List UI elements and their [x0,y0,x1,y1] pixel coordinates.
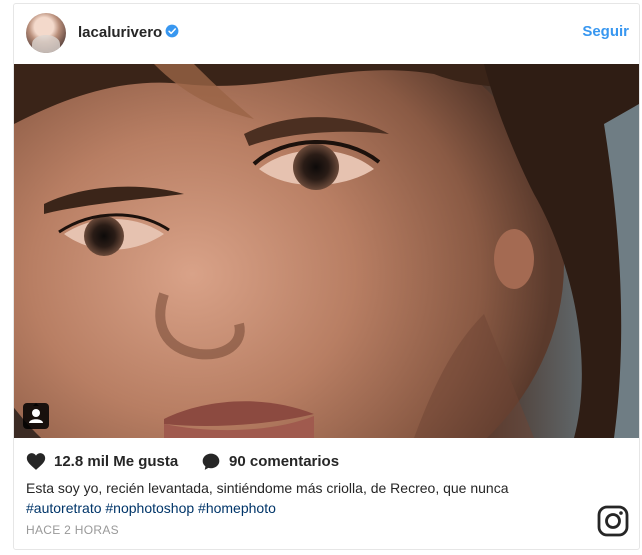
post-photo[interactable] [14,64,639,438]
comment-bubble-icon[interactable] [201,452,221,472]
post-header: lacalurivero Seguir [14,4,639,64]
post-caption: Esta soy yo, recién levantada, sintiéndo… [26,478,586,518]
instagram-logo-icon[interactable] [597,505,629,537]
verified-badge-icon [165,24,179,38]
engagement-bar: 12.8 mil Me gusta 90 comentarios [26,452,626,474]
portrait-image [14,64,639,438]
heart-icon[interactable] [26,452,46,471]
likes-count[interactable]: 12.8 mil Me gusta [54,453,178,470]
comments-count[interactable]: 90 comentarios [229,453,339,470]
post-timestamp[interactable]: HACE 2 HORAS [26,523,119,537]
avatar[interactable] [26,13,66,53]
user-tag-icon[interactable] [23,403,49,429]
caption-hashtags[interactable]: #autoretrato #nophotoshop #homephoto [26,498,586,518]
instagram-embed-card: lacalurivero Seguir 12.8 mil Me gusta 90… [13,3,640,550]
username[interactable]: lacalurivero [78,24,162,41]
caption-text: Esta soy yo, recién levantada, sintiéndo… [26,480,509,496]
follow-button[interactable]: Seguir [582,23,629,40]
